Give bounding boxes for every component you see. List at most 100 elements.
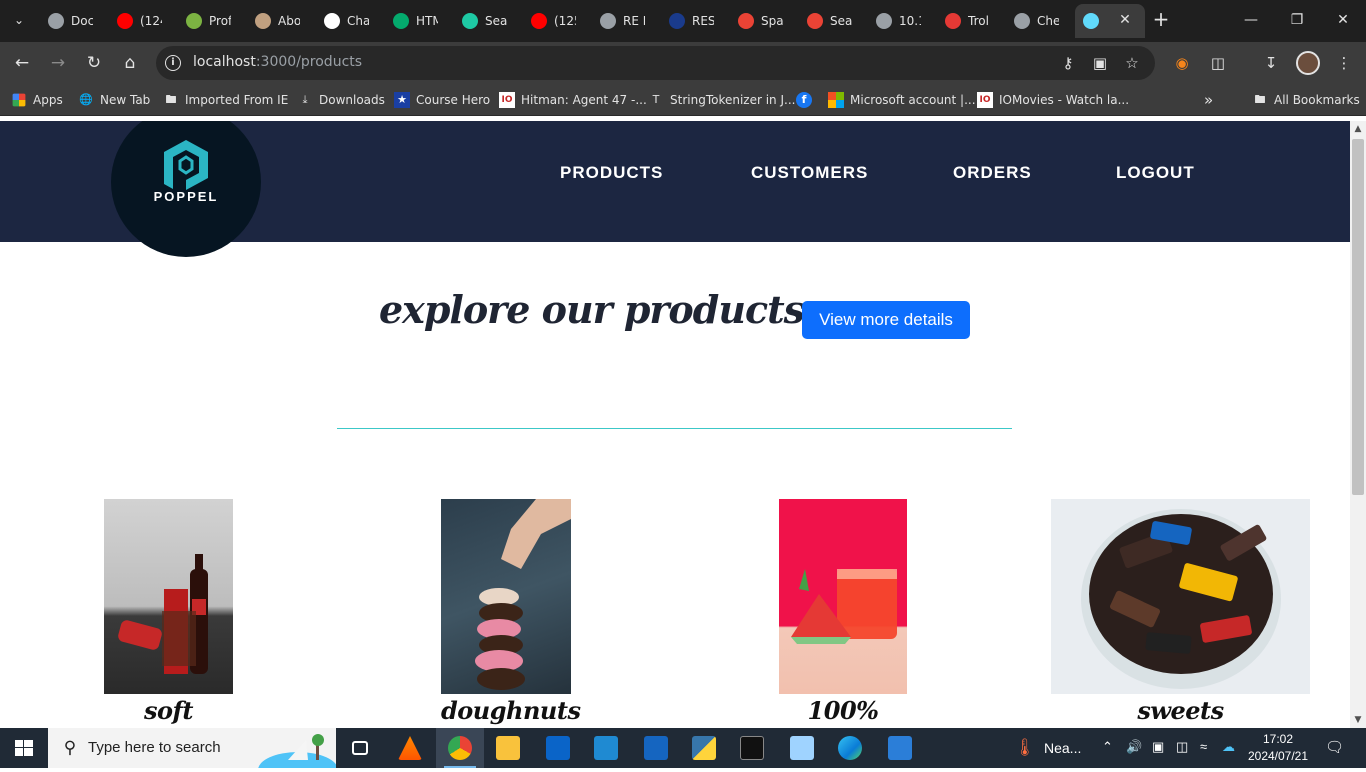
weather-widget[interactable]: 🌡 Nea... <box>1014 728 1094 768</box>
site-info-icon[interactable]: i <box>165 55 181 71</box>
browser-tab[interactable]: Sear <box>799 4 868 38</box>
nav-customers[interactable]: CUSTOMERS <box>751 163 868 183</box>
tab-search-chevron-icon[interactable]: ⌄ <box>8 9 30 31</box>
view-more-details-button[interactable]: View more details <box>802 301 970 339</box>
meet-now-icon[interactable]: ▣ <box>1152 728 1168 768</box>
mail-icon[interactable] <box>534 728 582 768</box>
url-host: localhost <box>193 54 256 70</box>
task-view-icon[interactable] <box>336 728 384 768</box>
python-launcher-icon[interactable] <box>680 728 728 768</box>
edge-icon[interactable] <box>826 728 874 768</box>
browser-tab[interactable]: (124 <box>109 4 178 38</box>
browser-tab[interactable]: Che <box>1006 4 1075 38</box>
browser-tab-title: Sear <box>485 14 507 28</box>
facebook-icon: f <box>796 92 812 108</box>
browser-tab[interactable]: RE F <box>592 4 661 38</box>
vscode-icon[interactable] <box>582 728 630 768</box>
bookmark-label: Microsoft account |... <box>850 93 976 107</box>
apps-grid-icon <box>12 93 26 107</box>
close-window-icon[interactable]: ✕ <box>1320 0 1366 42</box>
globe-icon <box>48 13 64 29</box>
key-icon[interactable]: ⚷ <box>1058 53 1078 73</box>
page-scrollbar[interactable]: ▲ ▼ <box>1350 121 1366 728</box>
bookmark-hitman[interactable]: IO Hitman: Agent 47 -... <box>499 91 647 109</box>
juice-photo[interactable] <box>779 499 907 694</box>
scroll-up-arrow-icon[interactable]: ▲ <box>1350 121 1366 137</box>
thermometer-icon: 🌡 <box>1014 738 1036 757</box>
logo-text: POPPEL <box>153 189 219 204</box>
soft-drinks-photo[interactable] <box>104 499 233 694</box>
new-tab-button[interactable]: + <box>1150 8 1172 30</box>
bookmark-new-tab[interactable]: 🌐 New Tab <box>78 91 150 109</box>
bookmark-iomovies[interactable]: IO IOMovies - Watch la... <box>977 91 1129 109</box>
extensions-puzzle-icon[interactable]: ◫ <box>1207 52 1229 74</box>
notepad-icon[interactable] <box>778 728 826 768</box>
browser-tab-title: Doc <box>71 14 93 28</box>
browser-tab[interactable]: RES <box>661 4 730 38</box>
browser-tab[interactable]: Cha <box>316 4 385 38</box>
network-icon[interactable]: ◫ <box>1176 728 1192 768</box>
bookmark-star-icon[interactable]: ☆ <box>1122 53 1142 73</box>
browser-tab-title: RE F <box>623 14 645 28</box>
volume-icon[interactable]: 🔊 <box>1126 728 1142 768</box>
start-button[interactable] <box>0 728 48 768</box>
chrome-icon[interactable] <box>436 728 484 768</box>
url-text[interactable]: localhost:3000/products <box>193 54 362 70</box>
forward-icon[interactable]: → <box>46 51 70 75</box>
sweets-photo[interactable] <box>1051 499 1310 694</box>
browser-tab[interactable]: Spar <box>730 4 799 38</box>
browser-tab[interactable]: Sear <box>454 4 523 38</box>
photos-icon[interactable] <box>876 728 924 768</box>
install-app-icon[interactable]: ▣ <box>1090 53 1110 73</box>
doughnuts-photo[interactable] <box>441 499 571 694</box>
nav-products[interactable]: PRODUCTS <box>560 163 663 183</box>
scroll-down-arrow-icon[interactable]: ▼ <box>1350 712 1366 728</box>
browser-tab[interactable]: 10.1 <box>868 4 937 38</box>
browser-tab[interactable]: Abo <box>247 4 316 38</box>
address-bar[interactable]: i localhost:3000/products ⚷ ▣ ☆ <box>156 46 1155 80</box>
bookmark-course-hero[interactable]: ★ Course Hero <box>394 91 490 109</box>
nav-logout[interactable]: LOGOUT <box>1116 163 1195 183</box>
browser-tab[interactable]: Troli <box>937 4 1006 38</box>
home-icon[interactable]: ⌂ <box>118 51 142 75</box>
menu-kebab-icon[interactable]: ⋮ <box>1333 52 1355 74</box>
bookmark-stringtokenizer[interactable]: T StringTokenizer in J... <box>648 91 796 109</box>
show-hidden-icons-chevron-icon[interactable]: ⌃ <box>1102 728 1118 768</box>
minimize-icon[interactable]: — <box>1228 0 1274 42</box>
browser-tab[interactable]: Prof <box>178 4 247 38</box>
back-icon[interactable]: ← <box>10 51 34 75</box>
more-bookmarks-chevron-icon[interactable]: » <box>1204 91 1213 109</box>
profile-avatar[interactable] <box>1296 51 1320 75</box>
onedrive-icon[interactable]: ☁ <box>1222 728 1240 768</box>
gmail-icon <box>807 13 823 29</box>
browser-tab[interactable]: HTM <box>385 4 454 38</box>
file-explorer-icon[interactable] <box>484 728 532 768</box>
metamask-icon[interactable]: ◉ <box>1171 52 1193 74</box>
reload-icon[interactable]: ↻ <box>82 51 106 75</box>
nav-orders[interactable]: ORDERS <box>953 163 1032 183</box>
terminal-icon[interactable] <box>728 728 776 768</box>
taskbar-search-box[interactable]: ⚲ Type here to search <box>48 728 336 768</box>
browser-tab[interactable]: (125 <box>523 4 592 38</box>
bookmark-microsoft-account[interactable]: Microsoft account |... <box>828 91 976 109</box>
bookmark-downloads[interactable]: ⤓ Downloads <box>297 91 385 109</box>
windows-taskbar: ⚲ Type here to search 🌡 Nea... ⌃ 🔊 ▣ ◫ ≈… <box>0 728 1366 768</box>
browser-tab[interactable]: Doc <box>40 4 109 38</box>
bookmark-label: New Tab <box>100 93 151 107</box>
site-logo[interactable]: POPPEL <box>111 121 261 257</box>
close-tab-icon[interactable]: ✕ <box>1114 9 1136 31</box>
notifications-icon[interactable]: 🗨 <box>1322 728 1346 768</box>
scrollbar-thumb[interactable] <box>1352 139 1364 495</box>
bookmark-apps[interactable]: Apps <box>11 91 63 109</box>
bookmark-imported-from-ie[interactable]: 🖿 Imported From IE <box>163 91 289 109</box>
vlc-icon[interactable] <box>386 728 434 768</box>
system-clock[interactable]: 17:02 2024/07/21 <box>1240 731 1316 765</box>
browser-tab-title: Prof <box>209 14 231 28</box>
bookmark-facebook[interactable]: f <box>796 91 812 109</box>
media-player-icon[interactable] <box>632 728 680 768</box>
all-bookmarks[interactable]: 🖿 All Bookmarks <box>1252 91 1360 109</box>
browser-tab-title: (124 <box>140 14 162 28</box>
restore-icon[interactable]: ❐ <box>1274 0 1320 42</box>
downloads-icon[interactable]: ↧ <box>1260 52 1282 74</box>
wifi-icon[interactable]: ≈ <box>1200 728 1216 768</box>
